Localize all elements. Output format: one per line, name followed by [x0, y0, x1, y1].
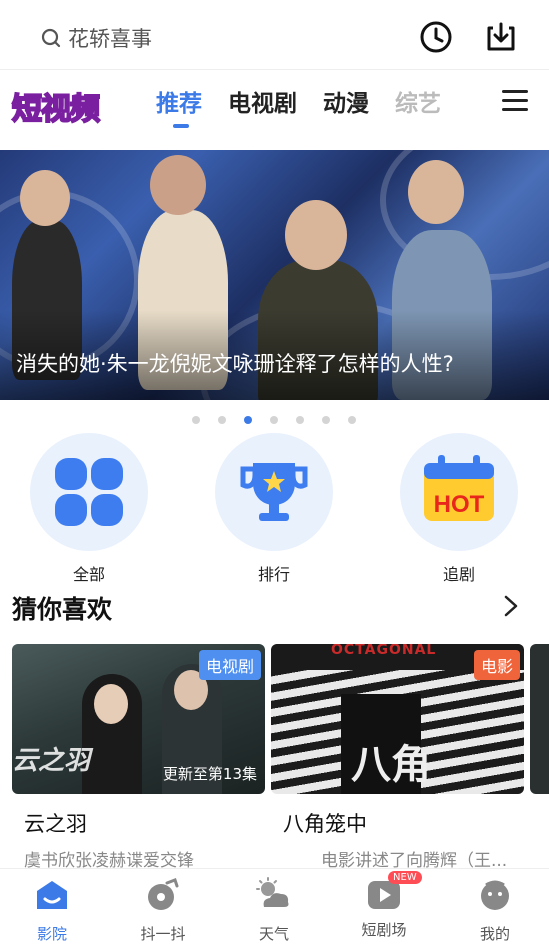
weather-icon: [256, 877, 289, 907]
tab-label: 电视剧: [228, 91, 297, 117]
carousel-dot[interactable]: [192, 416, 200, 424]
tab-recommend[interactable]: 推荐: [156, 84, 202, 128]
nav-label: 抖一抖: [140, 925, 186, 943]
quick-entry-circle: [215, 433, 333, 551]
quick-entry-label: 全部: [72, 565, 105, 584]
video-card-partial[interactable]: [530, 644, 549, 794]
clock-icon: [420, 21, 452, 53]
carousel-dot[interactable]: [322, 416, 330, 424]
video-poster: [530, 644, 549, 794]
nav-short-drama[interactable]: NEW 短剧场: [339, 871, 429, 940]
video-title: 八角笼中: [283, 812, 367, 836]
episode-update-text: 更新至第13集: [162, 765, 257, 783]
banner-figure-head: [150, 155, 206, 215]
carousel-dot[interactable]: [270, 416, 278, 424]
carousel-dot[interactable]: [296, 416, 304, 424]
tab-variety[interactable]: 综艺: [395, 84, 441, 118]
quick-entry-all[interactable]: 全部: [30, 433, 148, 585]
poster-title-text: 八角: [351, 742, 431, 788]
video-title: 云之羽: [24, 812, 87, 836]
nav-shake[interactable]: 抖一抖: [118, 877, 208, 944]
hot-calendar-icon: HOT: [424, 455, 494, 521]
cinema-icon: [37, 881, 67, 909]
tab-label: 动漫: [323, 91, 369, 117]
quick-entry-circle: [30, 433, 148, 551]
top-bar: 花轿喜事: [0, 0, 549, 70]
nav-weather[interactable]: 天气: [229, 877, 319, 944]
carousel-dot[interactable]: [218, 416, 226, 424]
shake-icon: [148, 878, 179, 910]
tab-tv-series[interactable]: 电视剧: [228, 84, 297, 118]
download-button[interactable]: [482, 18, 520, 56]
history-button[interactable]: [417, 18, 455, 56]
poster-figure-head: [94, 684, 128, 724]
tab-label: 推荐: [156, 91, 202, 117]
poster-title-text: 云之羽: [12, 746, 91, 776]
nav-cinema[interactable]: 影院: [7, 877, 97, 944]
nav-profile[interactable]: 我的: [450, 877, 540, 944]
tab-label: 综艺: [395, 91, 441, 117]
trophy-icon: [240, 463, 308, 521]
tab-anime[interactable]: 动漫: [323, 84, 369, 118]
video-card[interactable]: 云之羽 电视剧 更新至第13集 云之羽 虞书欣张凌赫谍爱交锋: [12, 644, 265, 871]
app-screen: 花轿喜事 短视频 推荐 电视剧 动漫 综艺 消失的她·朱一龙倪妮文咏珊诠释了怎样…: [0, 0, 549, 946]
carousel-dot-active[interactable]: [244, 416, 252, 424]
category-row: 短视频 推荐 电视剧 动漫 综艺: [0, 70, 549, 150]
category-tabs: 推荐 电视剧 动漫 综艺: [156, 84, 441, 128]
nav-label: 我的: [479, 925, 510, 943]
quick-entry-ranking[interactable]: 排行: [215, 433, 333, 585]
new-badge: NEW: [388, 871, 422, 884]
banner-figure-head: [285, 200, 347, 270]
search-placeholder: 花轿喜事: [68, 27, 152, 51]
app-logo: 短视频: [11, 91, 101, 128]
carousel-indicator: [192, 416, 356, 424]
quick-entry-circle: HOT: [400, 433, 518, 551]
banner-figure-head: [20, 170, 70, 226]
hot-badge-text: HOT: [434, 491, 485, 518]
banner-title: 消失的她·朱一龙倪妮文咏珊诠释了怎样的人性?: [16, 352, 454, 376]
menu-icon[interactable]: [502, 90, 528, 112]
search-icon: [41, 28, 61, 48]
download-icon: [487, 22, 515, 51]
nav-label: 短剧场: [361, 921, 407, 939]
category-tag: 电视剧: [198, 650, 261, 680]
video-poster: OCTAGONAL 八角 电影: [271, 644, 524, 794]
nav-label: 天气: [258, 925, 289, 943]
section-title: 猜你喜欢: [12, 595, 113, 624]
nav-label: 影院: [36, 925, 67, 943]
category-tag: 电影: [473, 650, 520, 680]
quick-entry-following[interactable]: HOT 追剧: [400, 433, 518, 585]
active-tab-indicator: [173, 124, 189, 128]
profile-icon: [481, 880, 509, 910]
video-card[interactable]: OCTAGONAL 八角 电影 八角笼中 电影讲述了向腾辉（王...: [271, 644, 524, 871]
poster-top-text: OCTAGONAL: [331, 644, 437, 658]
bottom-navigation: 影院 抖一抖 天气 NEW 短剧场 我的: [0, 868, 549, 946]
banner-figure-head: [408, 160, 464, 224]
quick-entry-label: 追剧: [442, 565, 475, 584]
banner-carousel[interactable]: 消失的她·朱一龙倪妮文咏珊诠释了怎样的人性?: [0, 150, 549, 400]
grid-icon: [55, 458, 123, 526]
video-poster: 云之羽 电视剧 更新至第13集: [12, 644, 265, 794]
chevron-right-icon[interactable]: [502, 594, 520, 618]
quick-entry-label: 排行: [257, 565, 290, 584]
nav-icon-wrap: NEW: [366, 871, 422, 913]
carousel-dot[interactable]: [348, 416, 356, 424]
search-box[interactable]: 花轿喜事: [40, 22, 152, 54]
